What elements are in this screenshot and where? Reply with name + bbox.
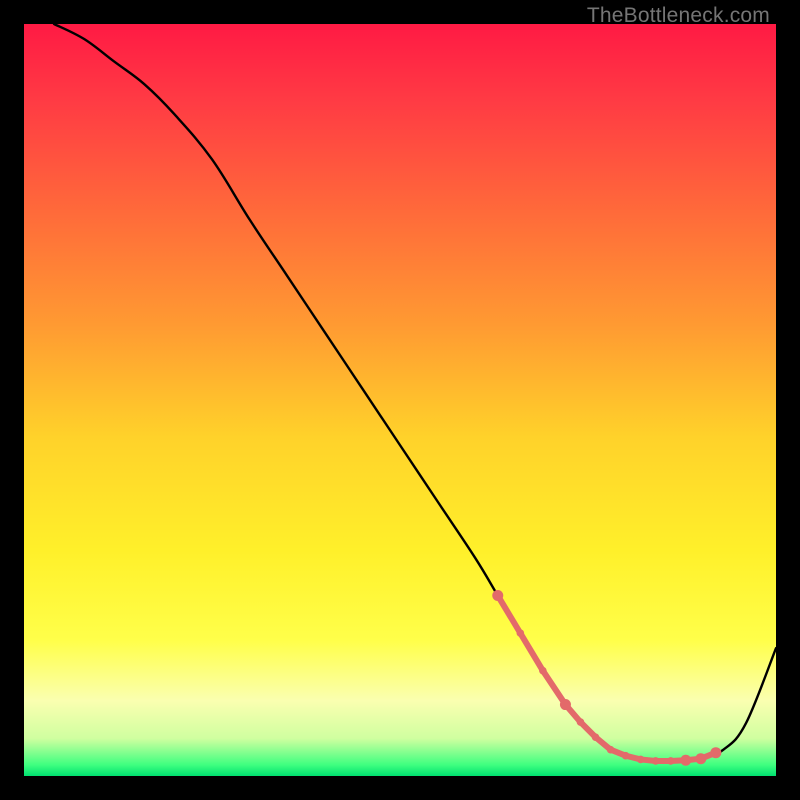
marker-dot xyxy=(667,757,675,765)
marker-dot xyxy=(517,629,525,637)
marker-dot xyxy=(592,733,600,741)
chart-svg xyxy=(24,24,776,776)
marker-dot xyxy=(560,699,571,710)
chart-frame xyxy=(24,24,776,776)
watermark-text: TheBottleneck.com xyxy=(587,4,770,28)
marker-dot xyxy=(710,747,721,758)
marker-dot xyxy=(652,757,660,765)
marker-dot xyxy=(695,753,706,764)
marker-dot xyxy=(622,752,630,760)
marker-dot xyxy=(607,746,615,754)
gradient-background xyxy=(24,24,776,776)
marker-dot xyxy=(637,756,645,764)
marker-dot xyxy=(577,718,585,726)
marker-dot xyxy=(539,667,547,675)
marker-dot xyxy=(680,755,691,766)
marker-dot xyxy=(492,590,503,601)
